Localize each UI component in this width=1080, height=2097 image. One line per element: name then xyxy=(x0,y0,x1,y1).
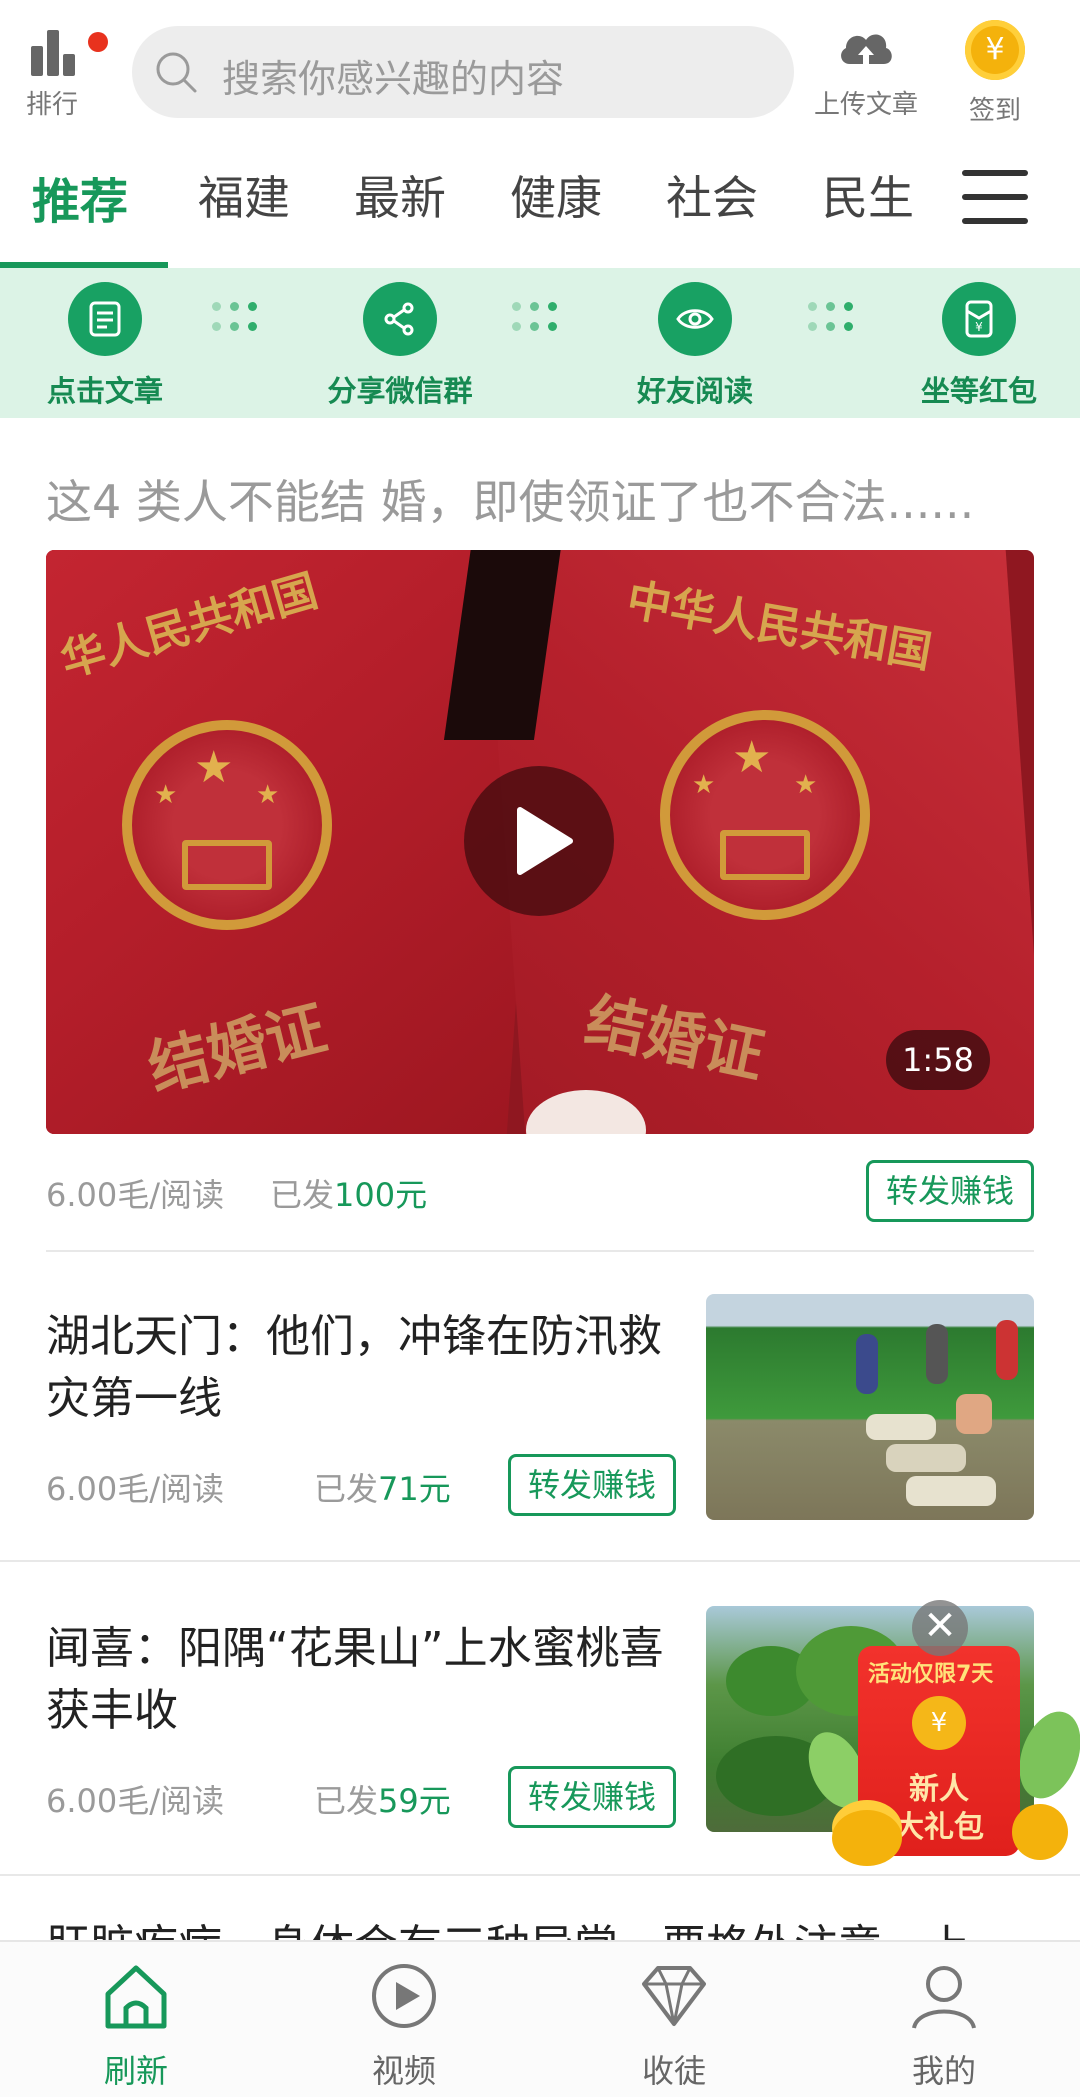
tab-health[interactable]: 健康 xyxy=(510,162,602,228)
step-label: 点击文章 xyxy=(46,374,163,408)
share-earn-button[interactable]: 转发赚钱 xyxy=(508,1454,676,1516)
nav-label: 刷新 xyxy=(103,2052,168,2090)
featured-article-title[interactable]: 这4 类人不能结 婚，即使领证了也不合法...... xyxy=(46,466,1046,532)
coin-icon: ¥ xyxy=(965,20,1025,80)
article-rate: 6.00毛/阅读 xyxy=(46,1470,225,1508)
rank-label: 排行 xyxy=(25,90,78,120)
nav-label: 视频 xyxy=(371,2052,436,2090)
play-button[interactable] xyxy=(464,766,614,916)
paid-amount: 59元 xyxy=(378,1782,451,1820)
article-icon xyxy=(68,282,142,356)
diamond-icon xyxy=(642,1966,706,2026)
eye-icon xyxy=(658,282,732,356)
bottom-navigation: 刷新 视频 收徒 我的 xyxy=(0,1940,1080,2097)
coin-icon: ¥ xyxy=(912,1696,966,1750)
nav-label: 收徒 xyxy=(641,2052,706,2090)
paid-prefix: 已发 xyxy=(314,1782,379,1820)
step-friend-read: 好友阅读 xyxy=(630,282,760,410)
paid-amount: 71元 xyxy=(378,1470,451,1508)
share-earn-button[interactable]: 转发赚钱 xyxy=(866,1160,1034,1222)
nav-profile[interactable]: 我的 xyxy=(864,1958,1024,2092)
article-title[interactable]: 湖北天门：他们，冲锋在防汛救灾第一线 xyxy=(46,1306,686,1430)
article-rate: 6.00毛/阅读 xyxy=(46,1176,225,1214)
paid-amount: 100元 xyxy=(334,1176,428,1214)
search-placeholder: 搜索你感兴趣的内容 xyxy=(222,57,565,101)
article-paid: 已发59元 xyxy=(314,1776,451,1822)
tab-society[interactable]: 社会 xyxy=(666,162,758,228)
article-thumbnail[interactable] xyxy=(706,1294,1034,1520)
search-icon xyxy=(156,52,197,93)
new-user-gift-promo[interactable]: 活动仅限7天 ¥ 新人 大礼包 ✕ xyxy=(797,1600,1080,1880)
article-rate: 6.00毛/阅读 xyxy=(46,1782,225,1820)
progress-dots-icon xyxy=(512,298,568,338)
article-paid: 已发100元 xyxy=(270,1170,427,1216)
step-label: 坐等红包 xyxy=(920,374,1037,408)
video-duration: 1:58 xyxy=(886,1030,990,1090)
article-title[interactable]: 肝脏疾病，身体会有三种异常，要格外注意，上 xyxy=(46,1916,1046,1940)
notification-dot xyxy=(88,32,108,52)
nav-refresh[interactable]: 刷新 xyxy=(56,1958,216,2092)
share-earn-button[interactable]: 转发赚钱 xyxy=(508,1766,676,1828)
search-input[interactable]: 搜索你感兴趣的内容 xyxy=(132,26,794,118)
promo-ribbon: 活动仅限7天 xyxy=(868,1662,994,1687)
step-click-article: 点击文章 xyxy=(40,282,170,410)
upload-article-button[interactable]: 上传文章 xyxy=(802,24,930,124)
step-label: 分享微信群 xyxy=(327,374,473,408)
paid-prefix: 已发 xyxy=(270,1176,335,1214)
tab-recommend[interactable]: 推荐 xyxy=(32,162,128,232)
play-circle-icon xyxy=(372,1964,436,2028)
coin-stack-icon xyxy=(832,1810,902,1866)
featured-video-thumbnail[interactable]: 华人民共和国 中华人民共和国 ★ ★ ★ ★ ★ ★ 结婚证 结婚证 1:58 xyxy=(46,550,1034,1134)
signin-button[interactable]: ¥ 签到 xyxy=(950,20,1040,126)
step-share-wechat: 分享微信群 xyxy=(320,282,480,410)
article-paid: 已发71元 xyxy=(314,1464,451,1510)
rank-button[interactable]: 排行 xyxy=(22,24,108,124)
divider xyxy=(46,1250,1034,1252)
nav-recruit[interactable]: 收徒 xyxy=(594,1958,754,2092)
menu-icon[interactable] xyxy=(962,170,1028,226)
progress-dots-icon xyxy=(808,298,864,338)
tab-latest[interactable]: 最新 xyxy=(354,162,446,228)
step-label: 好友阅读 xyxy=(636,374,753,408)
step-wait-red-packet: ¥ 坐等红包 xyxy=(914,282,1044,410)
paid-prefix: 已发 xyxy=(314,1470,379,1508)
nav-label: 我的 xyxy=(911,2052,976,2090)
category-tabs: 推荐 福建 最新 健康 社会 民生 xyxy=(0,140,1080,268)
top-bar: 排行 搜索你感兴趣的内容 上传文章 ¥ 签到 xyxy=(0,0,1080,130)
progress-dots-icon xyxy=(212,298,268,338)
tab-livelihood[interactable]: 民生 xyxy=(822,162,914,228)
close-icon[interactable]: ✕ xyxy=(912,1600,968,1656)
play-icon xyxy=(517,807,573,875)
red-packet-icon: ¥ xyxy=(942,282,1016,356)
nav-video[interactable]: 视频 xyxy=(324,1958,484,2092)
article-title[interactable]: 闻喜：阳隅“花果山”上水蜜桃喜获丰收 xyxy=(46,1618,686,1742)
bar-chart-icon xyxy=(27,24,77,76)
home-icon xyxy=(105,1965,167,2029)
cloud-upload-icon xyxy=(841,34,892,64)
national-emblem-left: ★ ★ ★ xyxy=(122,720,332,930)
tab-fujian[interactable]: 福建 xyxy=(198,162,290,228)
coin-icon xyxy=(1012,1804,1068,1860)
national-emblem-right: ★ ★ ★ xyxy=(660,710,870,920)
earning-steps-banner[interactable]: 点击文章 分享微信群 好友阅读 ¥ 坐等红包 xyxy=(0,268,1080,418)
svg-text:¥: ¥ xyxy=(975,320,983,334)
share-icon xyxy=(363,282,437,356)
upload-label: 上传文章 xyxy=(813,90,918,120)
user-icon xyxy=(912,1966,976,2029)
signin-label: 签到 xyxy=(968,96,1021,126)
divider xyxy=(0,1560,1080,1562)
